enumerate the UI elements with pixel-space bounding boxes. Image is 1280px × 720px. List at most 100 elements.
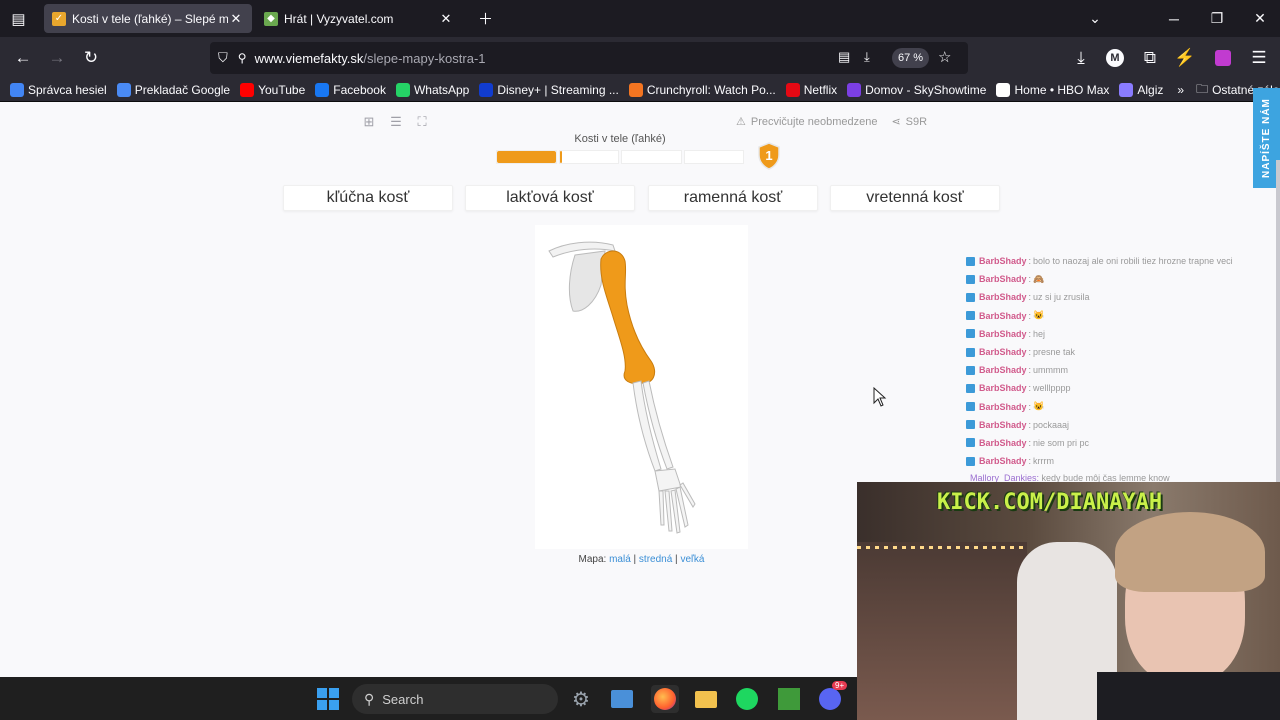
skeleton-map[interactable] — [535, 225, 748, 549]
chat-badge-icon — [966, 347, 975, 357]
tab-overflow-chevron-icon[interactable]: ⌄ — [1073, 0, 1117, 37]
share-icon[interactable]: ⋖ — [891, 115, 900, 128]
new-tab-icon[interactable]: ＋ — [467, 0, 504, 37]
chat-text: krrrm — [1033, 456, 1055, 467]
chat-separator: : — [1028, 347, 1032, 358]
spotify-icon[interactable] — [733, 685, 761, 713]
minimize-icon[interactable]: ─ — [1152, 0, 1196, 37]
chat-badge-icon — [966, 365, 975, 375]
bookmarks-overflow-icon[interactable]: » — [1177, 83, 1184, 97]
facebook-icon — [315, 83, 330, 97]
forward-icon[interactable]: → — [40, 37, 74, 79]
viemefakty-favicon-icon: ✓ — [52, 11, 66, 26]
bookmark-translate[interactable]: Prekladač Google — [116, 83, 230, 97]
answer-button-vretenna-kost[interactable]: vretenná kosť — [830, 185, 1000, 211]
bookmark-google[interactable]: Správca hesiel — [10, 83, 107, 97]
app-menu-icon[interactable]: ☰ — [1242, 37, 1276, 79]
share-code[interactable]: S9R — [906, 116, 927, 128]
chat-message: BarbShady: krrrm — [966, 452, 1280, 470]
chat-username: BarbShady — [979, 347, 1027, 358]
discord-icon[interactable]: 9+ — [816, 681, 848, 713]
chat-message: BarbShady: 🙈 — [966, 270, 1280, 288]
bookmark-facebook[interactable]: Facebook — [315, 83, 386, 97]
list-view-icon[interactable]: ☰ — [388, 114, 404, 130]
chat-message: BarbShady: 😺 — [966, 398, 1280, 416]
webcam-fairy-lights — [857, 546, 1027, 549]
bookmark-skyshowtime[interactable]: Domov - SkyShowtime — [847, 83, 986, 97]
bookmark-star-icon[interactable]: ☆ — [938, 48, 951, 66]
fullscreen-icon[interactable]: ⛶ — [414, 114, 430, 130]
save-page-icon[interactable]: ⤓ — [864, 49, 870, 65]
progress-bar — [496, 150, 746, 164]
extension-purple-icon[interactable] — [1206, 37, 1240, 79]
reader-view-icon[interactable]: ▤ — [838, 49, 850, 65]
control-panel-icon[interactable] — [608, 685, 636, 713]
restore-icon[interactable]: ❐ — [1195, 0, 1239, 37]
windows-taskbar: ⚲ Search ⚙ 9+ — [0, 677, 857, 720]
progress-segment — [621, 150, 682, 164]
back-icon[interactable]: ← — [6, 37, 40, 79]
translate-icon — [116, 83, 131, 97]
minecraft-icon[interactable] — [775, 685, 803, 713]
progress-segment — [683, 150, 744, 164]
firefox-icon[interactable] — [651, 685, 679, 713]
file-explorer-icon[interactable] — [692, 685, 720, 713]
bookmark-disney[interactable]: Disney+ | Streaming ... — [479, 83, 619, 97]
chat-separator: : — [1028, 274, 1032, 285]
bookmark-whatsapp[interactable]: WhatsApp — [395, 83, 469, 97]
taskbar-search-box[interactable]: ⚲ Search — [352, 684, 558, 714]
chat-text: hej — [1033, 328, 1046, 339]
tab-vyzyvatel[interactable]: ◆ Hrát | Vyzyvatel.com ✕ — [256, 4, 462, 33]
zoom-level[interactable]: 67 % — [892, 48, 930, 68]
site-permissions-icon[interactable]: ⚲ — [238, 51, 247, 65]
extension-pinned-icon[interactable]: ⚡ — [1168, 37, 1202, 79]
url-path: /slepe-mapy-kostra-1 — [363, 50, 486, 66]
map-size-medium-link[interactable]: stredná — [639, 554, 672, 565]
bookmark-youtube[interactable]: YouTube — [240, 83, 305, 97]
chat-separator: : — [1028, 419, 1032, 430]
answer-button-klucna-kost[interactable]: kľúčna kosť — [283, 185, 453, 211]
chat-badge-icon — [966, 329, 975, 339]
humerus-bone[interactable] — [600, 250, 656, 384]
map-view-icon[interactable]: ⊞ — [361, 114, 377, 130]
algiz-icon — [1119, 83, 1134, 97]
netflix-icon — [785, 83, 800, 97]
bookmark-hbo[interactable]: Home • HBO Max — [996, 83, 1109, 97]
chat-message: BarbShady: uz si ju zrusila — [966, 288, 1280, 306]
account-icon[interactable]: M — [1098, 37, 1132, 79]
close-tab-icon[interactable]: ✕ — [228, 11, 244, 27]
map-size-small-link[interactable]: malá — [609, 554, 631, 565]
downloads-icon[interactable]: ⤓ — [1064, 37, 1098, 79]
reload-icon[interactable]: ↻ — [74, 37, 108, 79]
shield-tracking-icon[interactable]: ⛉ — [218, 50, 228, 66]
page-scrollbar[interactable] — [1276, 160, 1280, 500]
url-bar[interactable]: ⛉ ⚲ www.viemefakty.sk/slepe-mapy-kostra-… — [210, 42, 968, 74]
map-size-large-link[interactable]: veľká — [680, 554, 704, 565]
tab-active[interactable]: ✓ Kosti v tele (ľahké) – Slepé mapy ✕ — [44, 4, 252, 33]
chat-username: BarbShady — [979, 310, 1027, 321]
scapula-bone[interactable] — [568, 250, 606, 312]
chat-message: BarbShady: presne tak — [966, 343, 1280, 361]
chat-badge-icon — [966, 292, 975, 302]
level-number: 1 — [765, 148, 773, 163]
bookmark-netflix[interactable]: Netflix — [785, 83, 838, 97]
chat-text: nie som pri pc — [1033, 437, 1090, 448]
bookmark-label: Algiz — [1137, 83, 1164, 97]
hand-bones[interactable] — [654, 468, 696, 534]
answer-button-ramenna-kost[interactable]: ramenná kosť — [648, 185, 818, 211]
bookmark-label: Netflix — [803, 83, 838, 97]
answer-button-laktova-kost[interactable]: lakťová kosť — [465, 185, 635, 211]
chat-separator: : — [1028, 310, 1032, 321]
bookmark-algiz[interactable]: Algiz — [1119, 83, 1163, 97]
bookmark-label: YouTube — [258, 83, 306, 97]
window-close-icon[interactable]: ✕ — [1238, 0, 1280, 37]
extensions-icon[interactable]: ⧉ — [1133, 37, 1167, 79]
close-tab-icon[interactable]: ✕ — [438, 11, 454, 27]
bookmark-crunchyroll[interactable]: Crunchyroll: Watch Po... — [628, 83, 776, 97]
tab-list-icon[interactable]: ▤ — [0, 0, 37, 37]
settings-icon[interactable]: ⚙ — [567, 685, 595, 713]
progress-fill — [497, 151, 556, 163]
progress-fill — [559, 151, 562, 163]
windows-start-icon[interactable] — [314, 685, 342, 713]
practice-link[interactable]: ⚠ Precvičujte neobmedzene ⋖ S9R — [736, 115, 927, 129]
